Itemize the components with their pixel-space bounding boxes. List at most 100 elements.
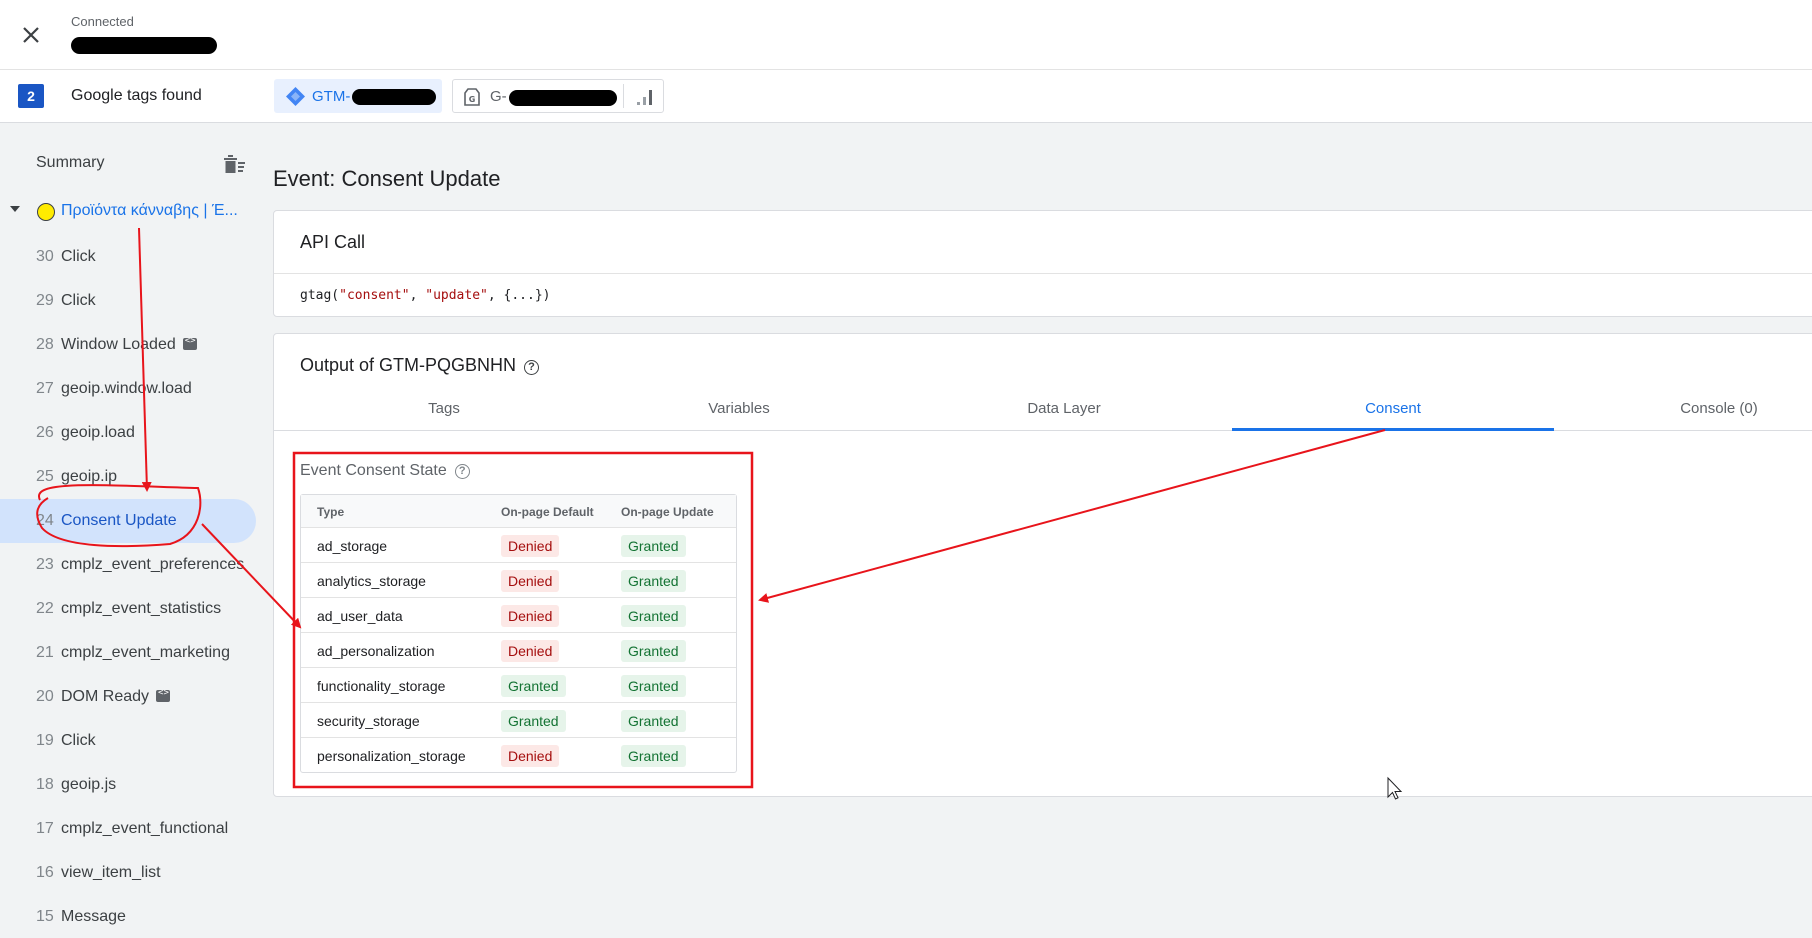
api-call-code: gtag("consent", "update", {...}) bbox=[300, 288, 551, 303]
tab-data-layer[interactable]: Data Layer bbox=[989, 400, 1139, 417]
page-title: Προϊόντα κάνναβης | Έ... bbox=[61, 202, 238, 219]
column-header: On-page Default bbox=[501, 505, 594, 519]
page-status-dot bbox=[37, 203, 55, 221]
status-badge: Granted bbox=[621, 710, 686, 732]
event-list: 30 Click 29 Click 28 Window Loaded 27 geoip.… bbox=[0, 235, 256, 938]
event-name: Consent Update bbox=[61, 512, 177, 529]
consent-type: security_storage bbox=[317, 713, 420, 729]
event-number: 23 bbox=[36, 556, 54, 573]
event-item-selected[interactable]: 24 Consent Update bbox=[0, 499, 256, 543]
event-item[interactable]: 17 cmplz_event_functional bbox=[0, 807, 256, 851]
event-item[interactable]: 23 cmplz_event_preferences bbox=[0, 543, 256, 587]
table-row: ad_user_data Denied Granted bbox=[301, 597, 736, 632]
event-item[interactable]: 18 geoip.js bbox=[0, 763, 256, 807]
output-card: Output of GTM-PQGBNHN? Tags Variables Da… bbox=[273, 333, 1812, 797]
default-state: Denied bbox=[501, 570, 560, 592]
close-icon[interactable] bbox=[18, 22, 44, 48]
table-row: ad_personalization Denied Granted bbox=[301, 632, 736, 667]
tab-console[interactable]: Console (0) bbox=[1644, 400, 1794, 417]
event-sidebar: Summary Προϊόντα κάνναβης | Έ... 30 Click… bbox=[0, 123, 256, 938]
event-number: 29 bbox=[36, 292, 54, 309]
event-name-text: DOM Ready bbox=[61, 688, 150, 705]
chip-divider bbox=[623, 84, 624, 108]
event-item[interactable]: 21 cmplz_event_marketing bbox=[0, 631, 256, 675]
event-name: Click bbox=[61, 248, 96, 265]
api-call-card: API Call gtag("consent", "update", {...}… bbox=[273, 210, 1812, 317]
table-row: ad_storage Denied Granted bbox=[301, 527, 736, 562]
output-title-text: Output of GTM-PQGBNHN bbox=[300, 355, 517, 375]
gtm-container-chip[interactable]: GTM- bbox=[274, 79, 442, 113]
event-item[interactable]: 19 Click bbox=[0, 719, 256, 763]
event-name: Click bbox=[61, 292, 96, 309]
event-name: cmplz_event_preferences bbox=[61, 556, 245, 573]
event-item[interactable]: 16 view_item_list bbox=[0, 851, 256, 895]
tags-count-badge: 2 bbox=[18, 84, 44, 108]
status-badge: Granted bbox=[621, 605, 686, 627]
table-header: Type On-page Default On-page Update bbox=[301, 495, 736, 527]
event-number: 21 bbox=[36, 644, 54, 661]
tags-found-label: Google tags found bbox=[71, 87, 202, 104]
event-number: 24 bbox=[36, 512, 54, 529]
status-badge: Granted bbox=[621, 535, 686, 557]
consent-type: analytics_storage bbox=[317, 573, 426, 589]
consent-state-title: Event Consent State? bbox=[300, 462, 470, 480]
event-name: cmplz_event_functional bbox=[61, 820, 229, 837]
tab-variables[interactable]: Variables bbox=[674, 400, 804, 417]
event-item[interactable]: 29 Click bbox=[0, 279, 256, 323]
redacted-gtm-id bbox=[352, 89, 436, 105]
event-number: 28 bbox=[36, 336, 54, 353]
event-number: 16 bbox=[36, 864, 54, 881]
event-item[interactable]: 20 DOM Ready bbox=[0, 675, 256, 719]
tab-tags[interactable]: Tags bbox=[384, 400, 504, 417]
output-tabs: Tags Variables Data Layer Consent Consol… bbox=[274, 386, 1812, 431]
card-divider bbox=[274, 273, 1812, 274]
tag-icon: G bbox=[464, 88, 480, 106]
event-item[interactable]: 25 geoip.ip bbox=[0, 455, 256, 499]
event-name: Click bbox=[61, 732, 96, 749]
event-number: 26 bbox=[36, 424, 54, 441]
status-badge: Granted bbox=[621, 675, 686, 697]
event-number: 15 bbox=[36, 908, 54, 925]
tab-consent[interactable]: Consent bbox=[1328, 400, 1458, 417]
column-header: On-page Update bbox=[621, 505, 714, 519]
event-item[interactable]: 30 Click bbox=[0, 235, 256, 279]
event-item[interactable]: 15 Message bbox=[0, 895, 256, 938]
consent-type: functionality_storage bbox=[317, 678, 446, 694]
update-state: Granted bbox=[621, 745, 686, 767]
api-call-title: API Call bbox=[300, 232, 366, 252]
event-name: DOM Ready bbox=[61, 688, 171, 706]
event-name: geoip.window.load bbox=[61, 380, 192, 397]
help-icon[interactable]: ? bbox=[524, 360, 540, 375]
delete-all-icon[interactable] bbox=[222, 153, 246, 175]
default-state: Denied bbox=[501, 640, 560, 662]
summary-item[interactable]: Summary bbox=[36, 154, 104, 172]
event-item[interactable]: 27 geoip.window.load bbox=[0, 367, 256, 411]
event-name-text: Window Loaded bbox=[61, 336, 176, 353]
code-rest: , {...}) bbox=[487, 288, 551, 303]
ga-chip-label: G- bbox=[490, 88, 507, 105]
default-state: Denied bbox=[501, 605, 560, 627]
status-badge: Granted bbox=[621, 570, 686, 592]
default-state: Denied bbox=[501, 745, 560, 767]
event-name: geoip.load bbox=[61, 424, 135, 441]
connection-bar: Connected bbox=[0, 0, 1812, 70]
event-number: 19 bbox=[36, 732, 54, 749]
caret-down-icon[interactable] bbox=[10, 206, 20, 212]
event-item[interactable]: 28 Window Loaded bbox=[0, 323, 256, 367]
consent-type: personalization_storage bbox=[317, 748, 466, 764]
event-title: Event: Consent Update bbox=[273, 166, 501, 191]
event-item[interactable]: 26 geoip.load bbox=[0, 411, 256, 455]
event-item[interactable]: 22 cmplz_event_statistics bbox=[0, 587, 256, 631]
page-load-item[interactable]: Προϊόντα κάνναβης | Έ... bbox=[0, 195, 256, 225]
help-icon[interactable]: ? bbox=[454, 464, 470, 479]
column-header: Type bbox=[317, 505, 345, 519]
built-in-event-icon bbox=[182, 336, 197, 350]
status-badge: Denied bbox=[501, 605, 560, 627]
event-number: 18 bbox=[36, 776, 54, 793]
consent-type: ad_storage bbox=[317, 538, 388, 554]
consent-state-title-text: Event Consent State bbox=[300, 462, 447, 479]
ga-tag-chip[interactable]: G G- bbox=[452, 79, 664, 113]
event-name: Message bbox=[61, 908, 126, 925]
consent-table: Type On-page Default On-page Update ad_s… bbox=[300, 494, 737, 773]
code-separator: , bbox=[409, 288, 426, 303]
